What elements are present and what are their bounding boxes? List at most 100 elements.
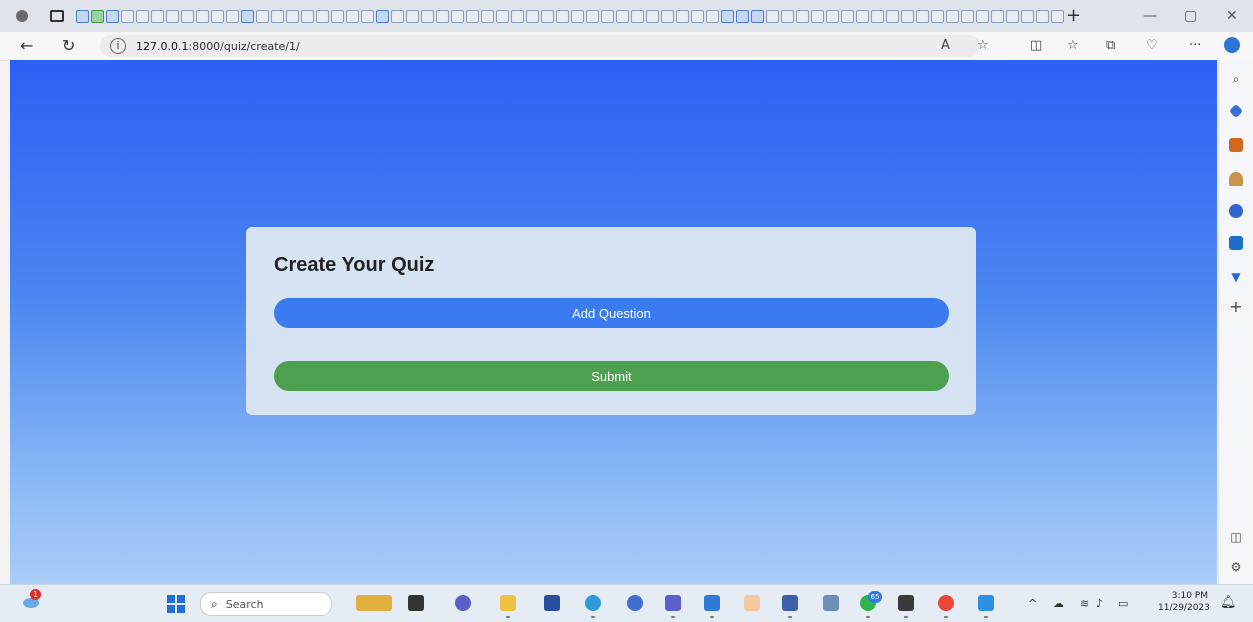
browser-tab[interactable] — [1021, 9, 1034, 23]
notepad-icon[interactable] — [823, 595, 839, 611]
wifi-icon[interactable]: ≋ — [1080, 597, 1089, 610]
browser-tab[interactable] — [1006, 9, 1019, 23]
browser-tab[interactable] — [871, 9, 884, 23]
browser-tab[interactable] — [271, 9, 284, 23]
postgres-icon[interactable] — [782, 595, 798, 618]
browser-tab[interactable] — [91, 9, 104, 23]
browser-tab[interactable] — [331, 9, 344, 23]
browser-tab[interactable] — [421, 9, 434, 23]
onedrive-icon[interactable]: ☁ — [1053, 597, 1064, 610]
teams-icon[interactable] — [665, 595, 681, 618]
browser-tab[interactable] — [256, 9, 269, 23]
browser-tab[interactable] — [211, 9, 224, 23]
vscode-icon[interactable] — [704, 595, 720, 618]
close-icon[interactable]: ✕ — [1226, 8, 1238, 24]
settings-gear-icon[interactable]: ⚙ — [1229, 560, 1243, 574]
browser-essentials-icon[interactable]: ♡ — [1146, 38, 1158, 53]
browser-tab[interactable] — [751, 9, 764, 23]
browser-tab[interactable] — [196, 9, 209, 23]
widgets-icon[interactable] — [356, 595, 392, 611]
browser-tab[interactable] — [391, 9, 404, 23]
browser-tab[interactable] — [406, 9, 419, 23]
shopping-tag-icon[interactable] — [1228, 103, 1244, 119]
copilot-app-icon[interactable] — [627, 595, 643, 611]
submit-button[interactable]: Submit — [274, 361, 949, 391]
chrome-icon[interactable] — [938, 595, 954, 618]
battery-icon[interactable]: ▭ — [1118, 597, 1128, 610]
tab-actions-icon[interactable] — [50, 10, 64, 22]
browser-tab[interactable] — [811, 9, 824, 23]
file-explorer-icon[interactable] — [500, 595, 516, 618]
browser-tab[interactable] — [916, 9, 929, 23]
drop-icon[interactable]: ▼ — [1229, 270, 1243, 284]
browser-tab[interactable] — [886, 9, 899, 23]
search-icon[interactable]: ⌕ — [1229, 72, 1243, 86]
tools-briefcase-icon[interactable] — [1229, 138, 1243, 152]
more-menu-icon[interactable]: ··· — [1189, 38, 1201, 53]
profile-icon[interactable] — [8, 2, 36, 30]
browser-tab[interactable] — [676, 9, 689, 23]
browser-tab[interactable] — [706, 9, 719, 23]
browser-tab[interactable] — [541, 9, 554, 23]
browser-tab[interactable] — [721, 9, 734, 23]
browser-tab[interactable] — [301, 9, 314, 23]
browser-tab[interactable] — [1051, 9, 1064, 23]
favorite-star-icon[interactable]: ☆ — [977, 38, 989, 53]
new-tab-button[interactable]: + — [1066, 5, 1081, 26]
browser-tab[interactable] — [976, 9, 989, 23]
browser-tab[interactable] — [106, 9, 119, 23]
add-sidebar-app-icon[interactable]: + — [1229, 299, 1243, 315]
browser-tab[interactable] — [616, 9, 629, 23]
browser-tab[interactable] — [781, 9, 794, 23]
browser-tab[interactable] — [856, 9, 869, 23]
store-icon[interactable] — [544, 595, 560, 611]
favorites-icon[interactable]: ☆ — [1067, 38, 1079, 53]
browser-tab[interactable] — [736, 9, 749, 23]
browser-tab[interactable] — [766, 9, 779, 23]
browser-tab[interactable] — [586, 9, 599, 23]
browser-tab[interactable] — [466, 9, 479, 23]
browser-tab[interactable] — [436, 9, 449, 23]
browser-tab[interactable] — [646, 9, 659, 23]
browser-tab[interactable] — [601, 9, 614, 23]
clock[interactable]: 3:10 PM 11/29/2023 — [1158, 590, 1210, 614]
browser-tab[interactable] — [631, 9, 644, 23]
copilot-icon[interactable] — [1224, 37, 1240, 53]
browser-tab[interactable] — [166, 9, 179, 23]
browser-tab[interactable] — [121, 9, 134, 23]
sidebar-toggle-icon[interactable]: ◫ — [1229, 530, 1243, 544]
browser-tab[interactable] — [961, 9, 974, 23]
browser-tab[interactable] — [901, 9, 914, 23]
browser-tab[interactable] — [526, 9, 539, 23]
task-view-icon[interactable] — [408, 595, 424, 611]
browser-tab[interactable] — [76, 9, 89, 23]
browser-tab[interactable] — [286, 9, 299, 23]
browser-tab[interactable] — [151, 9, 164, 23]
sublime-icon[interactable] — [744, 595, 760, 611]
edge-icon[interactable] — [585, 595, 601, 618]
browser-tab[interactable] — [931, 9, 944, 23]
teams-chat-icon[interactable] — [455, 595, 471, 611]
browser-tab[interactable] — [946, 9, 959, 23]
minimize-icon[interactable]: — — [1143, 8, 1157, 24]
browser-tab[interactable] — [1036, 9, 1049, 23]
browser-tab[interactable] — [181, 9, 194, 23]
notifications-bell-icon[interactable]: 🔔︎ — [1220, 595, 1237, 610]
snipping-tool-icon[interactable] — [978, 595, 994, 618]
browser-tab[interactable] — [796, 9, 809, 23]
terminal-icon[interactable] — [898, 595, 914, 618]
browser-tab[interactable] — [451, 9, 464, 23]
browser-tab[interactable] — [376, 9, 389, 23]
add-question-button[interactable]: Add Question — [274, 298, 949, 328]
browser-tab[interactable] — [346, 9, 359, 23]
browser-tab[interactable] — [496, 9, 509, 23]
browser-tab[interactable] — [826, 9, 839, 23]
browser-tab[interactable] — [661, 9, 674, 23]
read-aloud-icon[interactable]: A — [941, 38, 950, 53]
browser-tab[interactable] — [316, 9, 329, 23]
browser-tab[interactable] — [571, 9, 584, 23]
split-screen-icon[interactable]: ◫ — [1030, 38, 1042, 53]
browser-tab[interactable] — [556, 9, 569, 23]
browser-tab[interactable] — [226, 9, 239, 23]
browser-tab[interactable] — [511, 9, 524, 23]
